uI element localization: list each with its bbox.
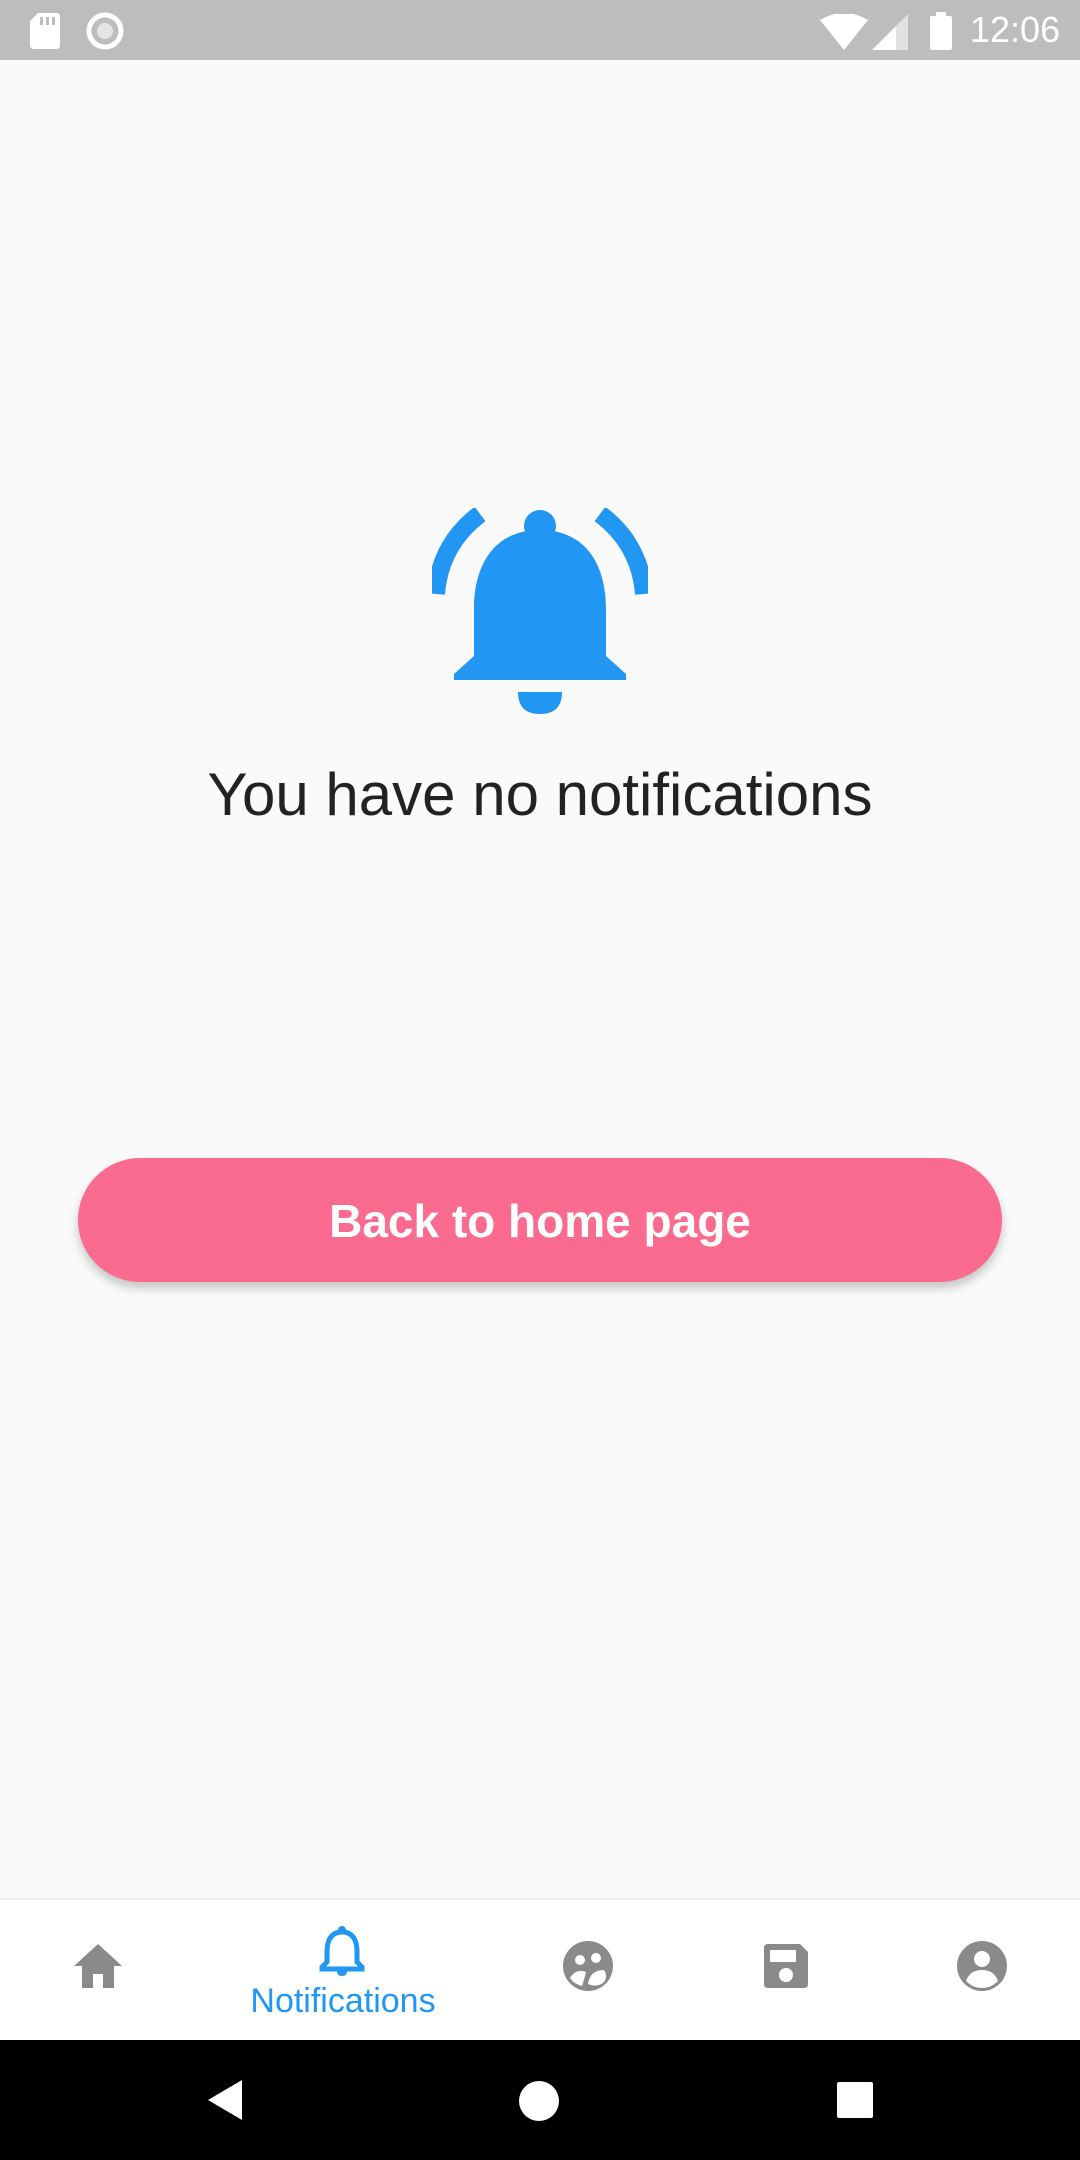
save-icon [764,1944,808,1988]
notifications-screen: 12:06 You have no notifications Back to … [0,0,1080,2160]
empty-notifications-message: You have no notifications [207,761,873,828]
record-icon [86,12,124,50]
bottom-navigation: Notifications [0,1898,1080,2042]
status-clock: 12:06 [970,9,1061,50]
bell-ringing-icon [432,508,648,714]
account-icon [957,1941,1007,1991]
nav-item-account[interactable] [884,1900,1080,2042]
home-circle-icon[interactable] [518,2080,560,2122]
signal-icon [872,14,908,50]
battery-icon [930,12,952,50]
wifi-icon [820,14,868,50]
recents-icon[interactable] [836,2081,874,2119]
status-bar: 12:06 [0,0,1080,60]
system-navigation-bar [0,2040,1080,2160]
sd-card-icon [30,13,60,49]
community-icon [563,1941,613,1991]
nav-item-community[interactable] [490,1900,686,2042]
bell-icon [319,1926,365,1976]
nav-item-home[interactable] [0,1900,196,2042]
back-icon[interactable] [206,2078,244,2122]
nav-label-notifications: Notifications [250,1982,436,2020]
back-to-home-button[interactable]: Back to home page [78,1158,1002,1282]
nav-item-save[interactable] [688,1900,884,2042]
nav-item-notifications[interactable]: Notifications [245,1900,441,2042]
home-icon [74,1944,122,1988]
